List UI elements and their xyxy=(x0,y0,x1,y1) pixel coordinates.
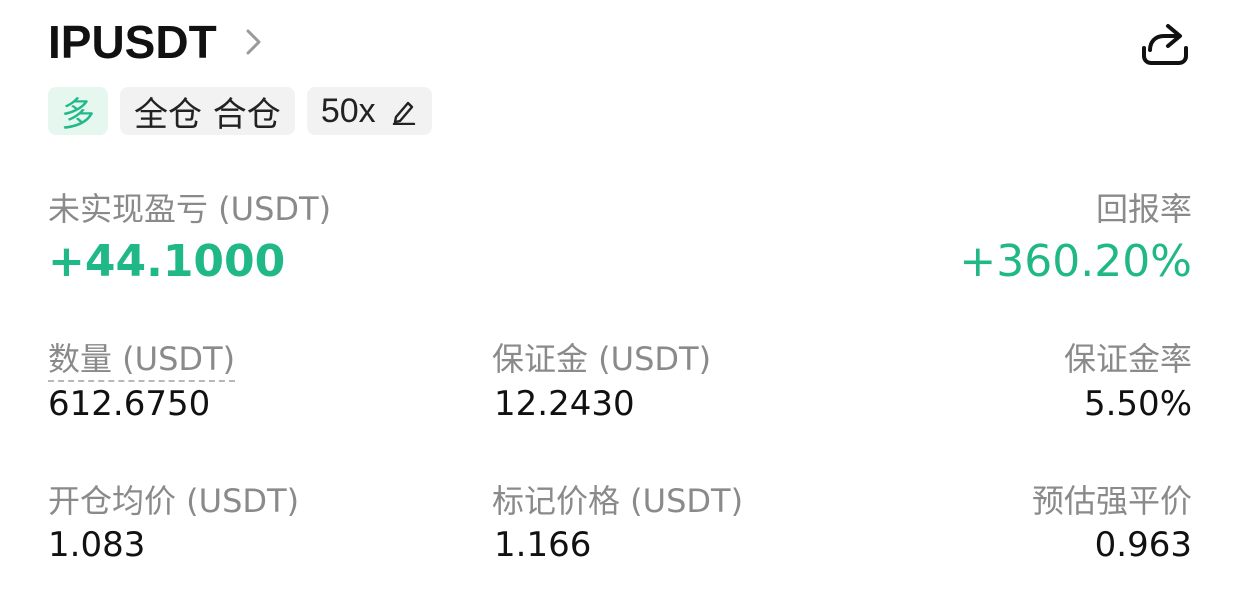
symbol-title[interactable]: IPUSDT xyxy=(48,14,217,70)
margin-ratio-value: 5.50% xyxy=(1083,384,1192,424)
unrealized-pnl-value: +44.1000 xyxy=(48,236,286,287)
position-card: IPUSDT 多 全仓 合仓 50x 未实现盈亏 (USDT) +44.1000… xyxy=(0,0,1242,592)
liq-price-label: 预估强平价 xyxy=(1031,482,1192,520)
chevron-right-icon[interactable] xyxy=(243,27,267,57)
leverage-value: 50x xyxy=(320,91,376,130)
entry-price-value: 1.083 xyxy=(48,525,146,565)
side-tag: 多 xyxy=(48,87,108,135)
roe-value: +360.20% xyxy=(959,236,1192,287)
mark-price-value: 1.166 xyxy=(494,525,592,565)
position-header[interactable]: IPUSDT xyxy=(48,14,267,70)
margin-ratio-label: 保证金率 xyxy=(1063,340,1192,378)
edit-pencil-icon[interactable] xyxy=(390,97,418,125)
roe-label: 回报率 xyxy=(1095,190,1192,228)
position-tags: 多 全仓 合仓 50x xyxy=(48,87,432,135)
entry-price-label: 开仓均价 (USDT) xyxy=(48,482,300,520)
margin-mode-tag: 全仓 合仓 xyxy=(120,87,295,135)
quantity-value: 612.6750 xyxy=(48,384,211,424)
quantity-label-text: 数量 (USDT) xyxy=(48,340,236,382)
share-icon[interactable] xyxy=(1138,20,1190,68)
liq-price-value: 0.963 xyxy=(1094,525,1192,565)
mark-price-label: 标记价格 (USDT) xyxy=(492,482,744,520)
quantity-label[interactable]: 数量 (USDT) xyxy=(48,334,236,382)
margin-value: 12.2430 xyxy=(494,384,635,424)
leverage-tag[interactable]: 50x xyxy=(306,87,432,135)
unrealized-pnl-label: 未实现盈亏 (USDT) xyxy=(48,190,332,228)
margin-label: 保证金 (USDT) xyxy=(492,340,712,378)
